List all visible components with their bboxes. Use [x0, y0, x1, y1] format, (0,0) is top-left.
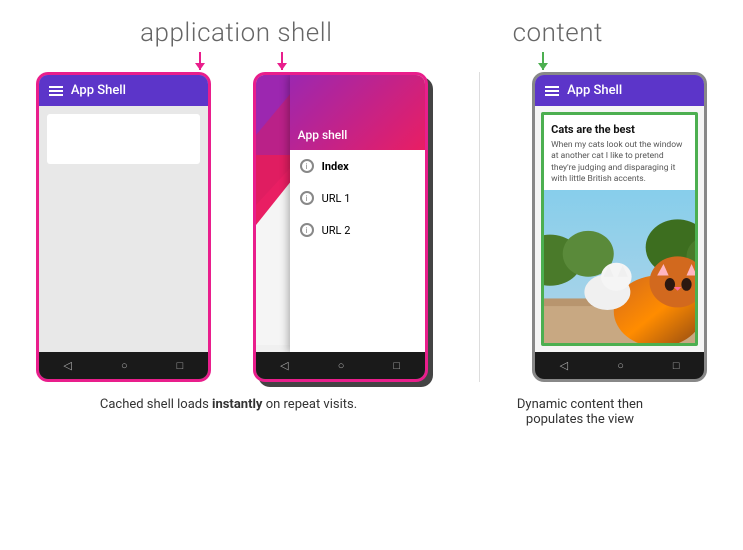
arrow-phone1 — [199, 52, 201, 70]
nav3-recent[interactable]: □ — [673, 359, 680, 372]
cat-image — [544, 190, 695, 343]
phone3: App Shell Cats are the best When my cats… — [532, 72, 707, 382]
phone3-title: App Shell — [567, 83, 622, 98]
content-card: Cats are the best When my cats look out … — [541, 112, 698, 346]
phone2-body: App shell i Index i URL 1 i — [256, 75, 425, 352]
caption-right-line1: Dynamic content then — [517, 397, 643, 412]
nav2-back[interactable]: ◁ — [280, 359, 288, 372]
menu-header-text: App shell — [298, 128, 348, 142]
phone1-title: App Shell — [71, 83, 126, 98]
caption-instantly: instantly — [212, 397, 262, 412]
arrow-phone2 — [281, 52, 283, 70]
phone3-navbar: ◁ ○ □ — [535, 352, 704, 379]
nav2-recent[interactable]: □ — [393, 359, 400, 372]
phone1: App Shell ◁ ○ □ — [36, 72, 211, 382]
caption-left-text: Cached shell loads — [100, 397, 212, 412]
menu-label-index: Index — [322, 160, 349, 173]
phone3-body: Cats are the best When my cats look out … — [535, 106, 704, 352]
phone2-menu: App shell i Index i URL 1 i — [290, 75, 425, 352]
caption-left: Cached shell loads instantly on repeat v… — [100, 397, 357, 412]
menu-header-bg: App shell — [290, 75, 425, 150]
caption-right-line2: populates the view — [526, 412, 634, 427]
menu-label-url2: URL 2 — [322, 224, 351, 237]
info-icon-1: i — [300, 159, 314, 173]
menu-item-index[interactable]: i Index — [290, 150, 425, 182]
info-icon-3: i — [300, 223, 314, 237]
menu-label-url1: URL 1 — [322, 192, 351, 205]
caption-right: Dynamic content then populates the view — [517, 397, 643, 427]
nav3-home[interactable]: ○ — [617, 359, 624, 372]
phone2-navbar: ◁ ○ □ — [256, 352, 425, 379]
nav-back[interactable]: ◁ — [63, 359, 71, 372]
caption-left-end: on repeat visits. — [262, 397, 357, 412]
card-description: When my cats look out the window at anot… — [551, 140, 688, 186]
card-text-area: Cats are the best When my cats look out … — [544, 115, 695, 190]
phone2: App shell i Index i URL 1 i — [253, 72, 428, 382]
nav2-home[interactable]: ○ — [338, 359, 345, 372]
hamburger-icon-3 — [545, 86, 559, 96]
menu-item-url1[interactable]: i URL 1 — [290, 182, 425, 214]
hamburger-icon — [49, 86, 63, 96]
info-icon-2: i — [300, 191, 314, 205]
phone1-body — [39, 106, 208, 352]
phone1-navbar: ◁ ○ □ — [39, 352, 208, 379]
arrow-phone3 — [542, 52, 564, 70]
application-shell-label: application shell — [140, 18, 332, 48]
nav-home[interactable]: ○ — [121, 359, 128, 372]
phone3-appbar: App Shell — [535, 75, 704, 106]
menu-item-url2[interactable]: i URL 2 — [290, 214, 425, 246]
nav-recent[interactable]: □ — [177, 359, 184, 372]
card-title: Cats are the best — [551, 123, 688, 136]
content-label: content — [513, 18, 603, 48]
nav3-back[interactable]: ◁ — [560, 359, 568, 372]
content-placeholder — [47, 114, 200, 164]
phone1-appbar: App Shell — [39, 75, 208, 106]
